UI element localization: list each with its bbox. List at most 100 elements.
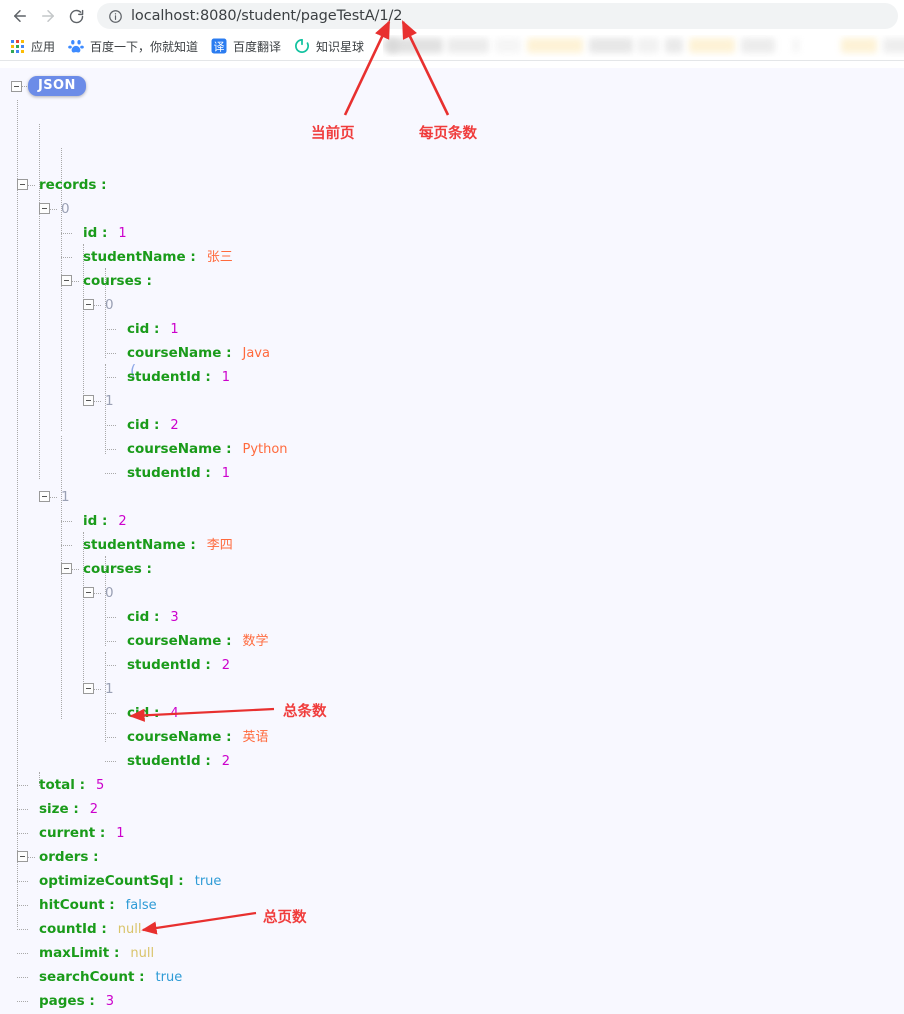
tree-line xyxy=(17,953,28,954)
toggle-orders[interactable] xyxy=(17,851,28,862)
tree-line xyxy=(105,665,116,666)
json-row-rec1-id[interactable]: id :2 xyxy=(83,509,127,533)
json-key: id xyxy=(83,513,98,529)
back-arrow-icon[interactable] xyxy=(6,2,34,30)
bookmark-baidu-search[interactable]: 百度一下，你就知道 xyxy=(66,35,205,57)
json-key: records xyxy=(39,177,97,193)
toggle-root[interactable] xyxy=(11,81,22,92)
json-row-optimize[interactable]: optimizeCountSql : true xyxy=(39,869,221,893)
address-bar[interactable]: localhost:8080/student/pageTestA/1/2 xyxy=(97,3,898,29)
json-row-rec0-c0[interactable]: 0 xyxy=(105,293,114,317)
json-row-pages[interactable]: pages :3 xyxy=(39,989,114,1013)
site-info-icon[interactable] xyxy=(108,9,123,24)
json-colon: : xyxy=(173,873,184,889)
json-row-rec1-c0-cid[interactable]: cid :3 xyxy=(127,605,179,629)
json-row-rec0[interactable]: 0 xyxy=(61,197,70,221)
array-index: 1 xyxy=(105,393,114,409)
bookmark-baidu-translate[interactable]: 译 百度翻译 xyxy=(209,35,288,57)
bookmark-zsxq[interactable]: 知识星球 xyxy=(292,35,371,57)
json-row-total[interactable]: total :5 xyxy=(39,773,104,797)
json-row-size[interactable]: size :2 xyxy=(39,797,98,821)
json-row-rec0-name[interactable]: studentName : 张三 xyxy=(83,245,233,269)
toggle-rec1[interactable] xyxy=(39,491,50,502)
json-key: countId xyxy=(39,921,97,937)
json-row-maxlimit[interactable]: maxLimit : null xyxy=(39,941,154,965)
tree-line xyxy=(105,617,116,618)
browser-toolbar: localhost:8080/student/pageTestA/1/2 xyxy=(0,0,904,32)
json-row-rec1-c1-cid[interactable]: cid :4 xyxy=(127,701,179,725)
tree-line xyxy=(105,713,116,714)
toggle-rec0-c0[interactable] xyxy=(83,299,94,310)
json-key: maxLimit xyxy=(39,945,110,961)
json-row-rec0-c1-cid[interactable]: cid :2 xyxy=(127,413,179,437)
json-colon: : xyxy=(84,993,95,1009)
bookmark-apps[interactable]: 应用 xyxy=(7,35,62,57)
json-row-rec0-c1-sid[interactable]: studentId :1 xyxy=(127,461,230,485)
json-row-rec1-c1-cn[interactable]: courseName : 英语 xyxy=(127,725,269,749)
json-key: cid xyxy=(127,417,150,433)
tree-line xyxy=(61,233,72,234)
json-key: studentId xyxy=(127,369,201,385)
array-index: 0 xyxy=(105,297,114,313)
reload-icon[interactable] xyxy=(62,2,90,30)
json-row-rec1-name[interactable]: studentName : 李四 xyxy=(83,533,233,557)
json-colon: : xyxy=(185,537,196,553)
json-key: pages xyxy=(39,993,85,1009)
redacted-bookmark xyxy=(589,38,634,53)
json-row-orders[interactable]: orders : xyxy=(39,845,99,869)
toggle-records[interactable] xyxy=(17,179,28,190)
json-row-rec0-c0-cn[interactable]: courseName : Java xyxy=(127,341,270,365)
redacted-bookmark xyxy=(527,38,584,53)
json-row-rec0-c0-cid[interactable]: cid :1 xyxy=(127,317,179,341)
json-key: studentId xyxy=(127,657,201,673)
tree-line xyxy=(50,209,57,210)
baidu-translate-icon: 译 xyxy=(211,38,227,54)
json-row-rec0-id[interactable]: id :1 xyxy=(83,221,127,245)
toggle-rec0-crs[interactable] xyxy=(61,275,72,286)
json-value: null xyxy=(117,922,142,937)
json-key: courses xyxy=(83,273,142,289)
browser-chrome: localhost:8080/student/pageTestA/1/2 应用 xyxy=(0,0,904,68)
tree-line xyxy=(105,761,116,762)
anno-page-size: 每页条数 xyxy=(419,126,477,142)
json-row-hitcount[interactable]: hitCount : false xyxy=(39,893,157,917)
json-row-rec0-c0-sid[interactable]: studentId :1 xyxy=(127,365,230,389)
json-row-rec1-c0-sid[interactable]: studentId :2 xyxy=(127,653,230,677)
json-row-rec1-crs[interactable]: courses : xyxy=(83,557,152,581)
tree-line xyxy=(17,1001,28,1002)
json-row-rec0-crs[interactable]: courses : xyxy=(83,269,152,293)
toggle-rec0-c1[interactable] xyxy=(83,395,94,406)
toggle-rec1-c0[interactable] xyxy=(83,587,94,598)
toggle-rec1-c1[interactable] xyxy=(83,683,94,694)
json-row-rec1-c1[interactable]: 1 xyxy=(105,677,114,701)
json-key: studentName xyxy=(83,537,186,553)
json-value: 2 xyxy=(221,658,231,673)
json-colon: : xyxy=(96,921,107,937)
json-row-rec1-c1-sid[interactable]: studentId :2 xyxy=(127,749,230,773)
json-colon: : xyxy=(68,801,79,817)
json-key: cid xyxy=(127,609,150,625)
toggle-rec0[interactable] xyxy=(39,203,50,214)
json-row-rec1-c0[interactable]: 0 xyxy=(105,581,114,605)
json-value: 2 xyxy=(118,514,127,529)
svg-text:译: 译 xyxy=(214,40,225,53)
json-row-searchcount[interactable]: searchCount : true xyxy=(39,965,182,989)
json-row-rec1-c0-cn[interactable]: courseName : 数学 xyxy=(127,629,269,653)
tree-line xyxy=(28,857,35,858)
json-row-rec0-c1[interactable]: 1 xyxy=(105,389,114,413)
json-value: 5 xyxy=(96,778,105,793)
json-row-current[interactable]: current :1 xyxy=(39,821,125,845)
apps-grid-icon xyxy=(9,38,25,54)
toggle-rec1-crs[interactable] xyxy=(61,563,72,574)
json-row-rec1[interactable]: 1 xyxy=(61,485,70,509)
json-colon: : xyxy=(97,513,108,529)
json-row-countid[interactable]: countId : null xyxy=(39,917,141,941)
json-row-records[interactable]: records : xyxy=(39,173,107,197)
array-index: 0 xyxy=(61,201,70,217)
json-value: Python xyxy=(242,442,288,457)
json-row-rec0-c1-cn[interactable]: courseName : Python xyxy=(127,437,288,461)
json-key: courseName xyxy=(127,345,222,361)
tree-line xyxy=(72,569,79,570)
json-value: 张三 xyxy=(206,250,233,265)
tree-line xyxy=(94,593,101,594)
